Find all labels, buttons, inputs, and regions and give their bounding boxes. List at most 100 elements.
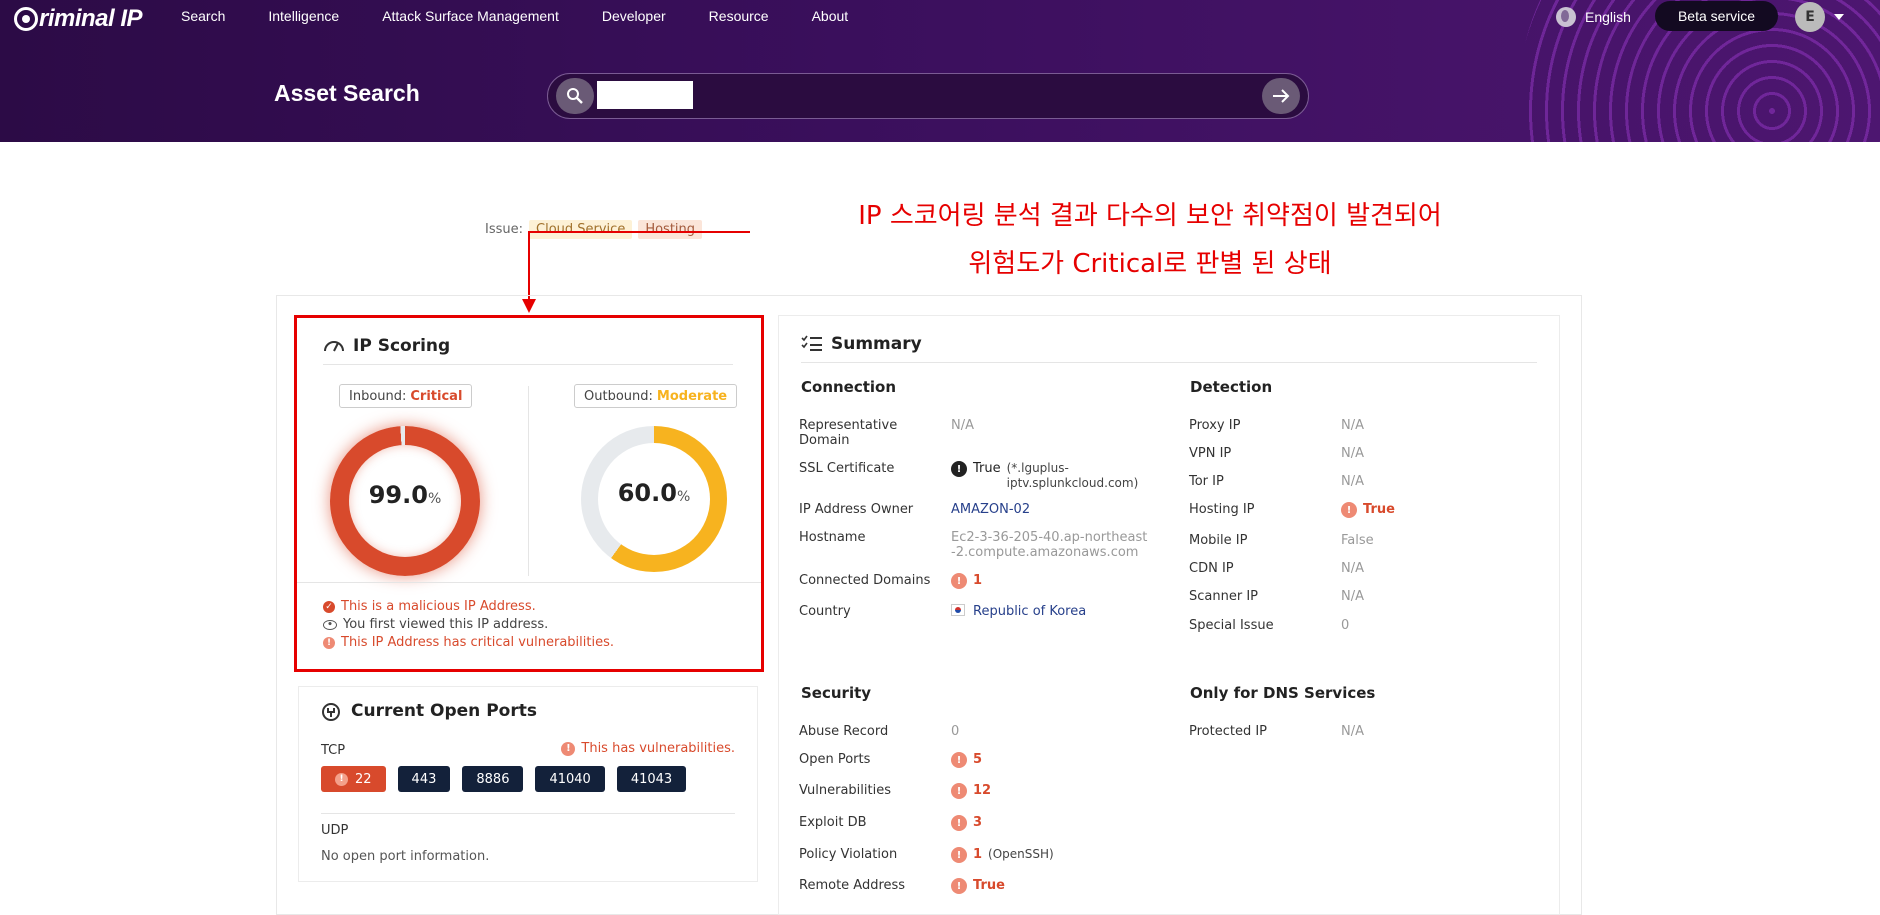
malicious-message: ✓ This is a malicious IP Address. bbox=[323, 598, 614, 616]
special-issue-label: Special Issue bbox=[1189, 618, 1274, 633]
first-view-message: • You first viewed this IP address. bbox=[323, 616, 614, 634]
outbound-label: Outbound: bbox=[584, 388, 653, 404]
summary-title-text: Summary bbox=[831, 334, 922, 354]
port-chip[interactable]: 41043 bbox=[616, 766, 687, 792]
nav-asm[interactable]: Attack Surface Management bbox=[382, 8, 559, 24]
issue-tags: Issue: Cloud Service Hosting bbox=[485, 220, 703, 239]
divider bbox=[321, 813, 735, 814]
score-messages: ✓ This is a malicious IP Address. • You … bbox=[323, 598, 614, 652]
ssl-certificate-label: SSL Certificate bbox=[799, 461, 895, 476]
exclamation-icon: ! bbox=[951, 461, 967, 477]
beta-service-button[interactable]: Beta service bbox=[1655, 1, 1778, 31]
open-ports-label: Open Ports bbox=[799, 752, 871, 767]
ssl-detail-text: (*.lguplus-iptv.splunkcloud.com) bbox=[1006, 461, 1139, 490]
divider bbox=[801, 362, 1537, 363]
inbound-score-gauge: 99.0 % bbox=[330, 426, 480, 576]
ip-scoring-title-text: IP Scoring bbox=[353, 336, 451, 356]
port-chip[interactable]: 8886 bbox=[462, 766, 524, 792]
nav-search[interactable]: Search bbox=[181, 8, 225, 24]
nav-about[interactable]: About bbox=[812, 8, 849, 24]
search-input[interactable] bbox=[597, 81, 693, 109]
issue-chip-hosting: Hosting bbox=[638, 220, 703, 239]
country-name: Republic of Korea bbox=[973, 604, 1087, 619]
outbound-score-center: 60.0 % bbox=[598, 443, 710, 555]
vulnerabilities-value[interactable]: ! 12 bbox=[951, 783, 1151, 799]
annotation-line-2: 위험도가 Critical로 판별 된 상태 bbox=[968, 249, 1332, 279]
exclamation-icon: ! bbox=[1341, 502, 1357, 518]
exclamation-icon: ! bbox=[951, 752, 967, 768]
chevron-down-icon[interactable] bbox=[1834, 14, 1844, 20]
exclamation-icon: ! bbox=[951, 815, 967, 831]
nav-resource[interactable]: Resource bbox=[709, 8, 769, 24]
udp-empty-text: No open port information. bbox=[321, 849, 490, 864]
scanner-ip-value: N/A bbox=[1341, 589, 1364, 604]
issue-label: Issue: bbox=[485, 222, 523, 237]
nav-developer[interactable]: Developer bbox=[602, 8, 666, 24]
score-separator bbox=[528, 386, 529, 576]
ip-scoring-card: IP Scoring Inbound: Critical Outbound: M… bbox=[294, 315, 764, 672]
tcp-label: TCP bbox=[321, 743, 346, 758]
vulnerabilities-label: Vulnerabilities bbox=[799, 783, 891, 798]
page-title: Asset Search bbox=[274, 80, 420, 106]
user-avatar[interactable]: E bbox=[1795, 2, 1825, 32]
annotation-connector-vertical bbox=[528, 231, 530, 301]
hosting-ip-label: Hosting IP bbox=[1189, 502, 1255, 517]
logo-mark-icon bbox=[14, 7, 38, 31]
summary-title: Summary bbox=[801, 334, 922, 354]
exploit-db-value[interactable]: ! 3 bbox=[951, 815, 1151, 831]
malicious-message-text: This is a malicious IP Address. bbox=[341, 599, 536, 614]
inbound-score-unit: % bbox=[427, 491, 442, 507]
exclamation-icon: ! bbox=[951, 878, 967, 894]
open-ports-count: 5 bbox=[973, 752, 983, 767]
outbound-score-value: 60.0 bbox=[617, 479, 677, 507]
submit-arrow-icon[interactable] bbox=[1262, 78, 1300, 114]
main-nav: Search Intelligence Attack Surface Manag… bbox=[181, 0, 891, 32]
port-chip[interactable]: 41040 bbox=[535, 766, 605, 792]
search-icon[interactable] bbox=[556, 78, 594, 114]
first-view-message-text: You first viewed this IP address. bbox=[343, 617, 549, 632]
exploit-db-count: 3 bbox=[973, 815, 983, 830]
criminal-ip-logo[interactable]: riminal IP bbox=[14, 4, 143, 34]
exploit-db-label: Exploit DB bbox=[799, 815, 867, 830]
ip-owner-label: IP Address Owner bbox=[799, 502, 914, 517]
vulnerabilities-count: 12 bbox=[973, 783, 992, 798]
logo-text: riminal IP bbox=[39, 5, 143, 32]
abuse-record-value: 0 bbox=[951, 724, 960, 739]
remote-address-label: Remote Address bbox=[799, 878, 906, 893]
country-value: Republic of Korea bbox=[951, 604, 1151, 619]
policy-violation-count: 1 bbox=[973, 847, 983, 862]
connected-domains-value[interactable]: ! 1 bbox=[951, 573, 1151, 589]
port-chip[interactable]: 443 bbox=[397, 766, 451, 792]
open-ports-card: Current Open Ports TCP ! This has vulner… bbox=[298, 686, 758, 882]
ip-scoring-title: IP Scoring bbox=[323, 336, 450, 356]
annotation-connector bbox=[529, 231, 750, 233]
remote-address-value: ! True bbox=[951, 878, 1151, 894]
open-ports-value[interactable]: ! 5 bbox=[951, 752, 1151, 768]
summary-card: Summary Connection Representative Domain… bbox=[778, 315, 1560, 915]
policy-violation-label: Policy Violation bbox=[799, 847, 898, 862]
tcp-port-list: ! 22 443 8886 41040 41043 bbox=[321, 766, 687, 792]
language-selector[interactable]: English bbox=[1556, 7, 1631, 27]
special-issue-value: 0 bbox=[1341, 618, 1350, 633]
tor-ip-label: Tor IP bbox=[1189, 474, 1224, 489]
scanner-ip-label: Scanner IP bbox=[1189, 589, 1258, 604]
outbound-level: Moderate bbox=[656, 388, 728, 404]
open-ports-title-text: Current Open Ports bbox=[351, 701, 537, 721]
hostname-value: Ec2-3-36-205-40.ap-northeast-2.compute.a… bbox=[951, 530, 1148, 560]
policy-violation-value[interactable]: ! 1 (OpenSSH) bbox=[951, 847, 1151, 863]
exclamation-icon: ! bbox=[323, 637, 335, 649]
vpn-ip-label: VPN IP bbox=[1189, 446, 1232, 461]
port-chip[interactable]: ! 22 bbox=[321, 766, 386, 792]
outbound-score-unit: % bbox=[676, 489, 691, 505]
mobile-ip-value: False bbox=[1341, 533, 1374, 548]
nav-intelligence[interactable]: Intelligence bbox=[268, 8, 339, 24]
issue-chip-cloud: Cloud Service bbox=[529, 220, 633, 239]
ip-owner-value[interactable]: AMAZON-02 bbox=[951, 502, 1151, 517]
cdn-ip-label: CDN IP bbox=[1189, 561, 1234, 576]
representative-domain-label: Representative Domain bbox=[799, 418, 898, 448]
annotation-line-1: IP 스코어링 분석 결과 다수의 보안 취약점이 발견되어 bbox=[858, 201, 1442, 231]
ssl-value-text: True bbox=[973, 461, 1001, 476]
outbound-badge: Outbound: Moderate bbox=[574, 384, 738, 408]
security-section-title: Security bbox=[801, 684, 872, 702]
globe-icon bbox=[1556, 7, 1576, 27]
